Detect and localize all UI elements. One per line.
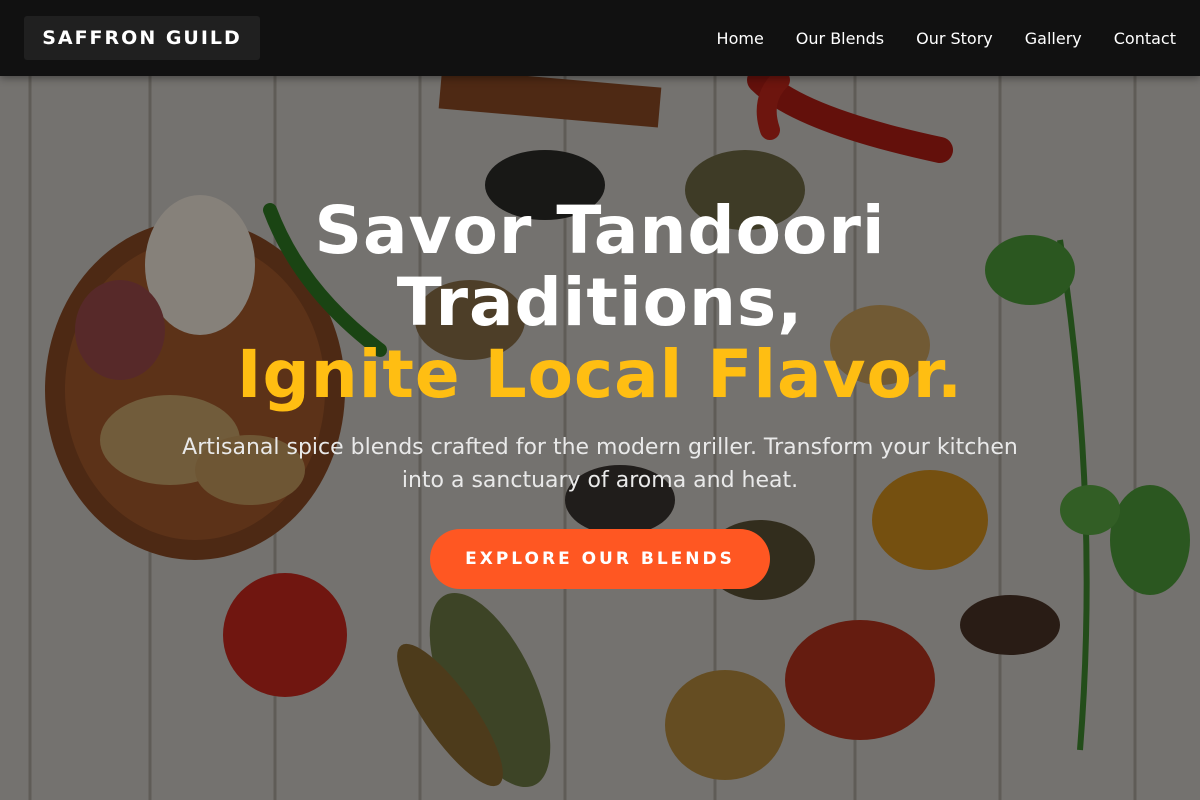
- navbar: SAFFRON GUILD Home Our Blends Our Story …: [0, 0, 1200, 76]
- hero-subtitle: Artisanal spice blends crafted for the m…: [182, 435, 1018, 493]
- nav-link-our-blends[interactable]: Our Blends: [796, 29, 884, 48]
- hero-title-accent: Ignite Local Flavor.: [236, 336, 964, 413]
- hero-title-line-1: Savor Tandoori: [314, 192, 886, 269]
- nav-link-contact[interactable]: Contact: [1114, 29, 1176, 48]
- explore-blends-button[interactable]: EXPLORE OUR BLENDS: [430, 529, 770, 589]
- nav-link-our-story[interactable]: Our Story: [916, 29, 993, 48]
- brand-logo[interactable]: SAFFRON GUILD: [24, 16, 260, 60]
- hero-title-line-2: Traditions,: [396, 264, 804, 341]
- hero-title: Savor Tandoori Traditions, Ignite Local …: [0, 195, 1200, 411]
- nav-link-home[interactable]: Home: [717, 29, 764, 48]
- nav-link-gallery[interactable]: Gallery: [1025, 29, 1082, 48]
- nav-links: Home Our Blends Our Story Gallery Contac…: [717, 0, 1176, 76]
- hero-section: Savor Tandoori Traditions, Ignite Local …: [0, 195, 1200, 589]
